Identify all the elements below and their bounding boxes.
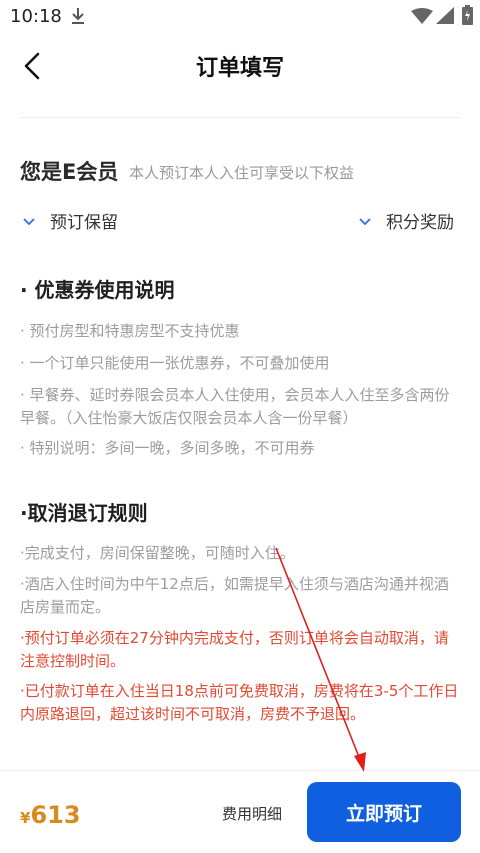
coupon-rule: · 早餐券、延时券限会员本人入住使用，会员本人入住至多含两份早餐。（入住怡豪大饭… <box>20 386 450 427</box>
battery-icon <box>462 5 473 25</box>
member-description: 本人预订本人入住可享受以下权益 <box>129 164 355 182</box>
status-bar: 10:18 <box>0 0 480 34</box>
book-now-button[interactable]: 立即预订 <box>307 782 461 842</box>
header: 订单填写 <box>0 36 480 100</box>
header-divider <box>20 117 460 118</box>
download-icon <box>72 8 84 24</box>
cancel-rule-warning: ·已付款订单在入住当日18点前可免费取消，房费将在3-5个工作日内原路退回，超过… <box>20 682 459 723</box>
coupon-rule: · 特别说明：多间一晚，多间多晚，不可用券 <box>20 439 315 457</box>
benefit-label: 预订保留 <box>50 213 118 233</box>
page-title: 订单填写 <box>195 56 284 81</box>
cancel-rule: ·酒店入住时间为中午12点后，如需提早入住须与酒店沟通并视酒店房量而定。 <box>20 575 449 616</box>
coupon-rule: · 一个订单只能使用一张优惠券，不可叠加使用 <box>20 354 330 372</box>
member-title: 您是E会员 <box>20 160 119 184</box>
benefit-reservation-hold: 预订保留 <box>22 208 118 233</box>
signal-icon <box>436 7 454 24</box>
price-currency: ¥ <box>20 809 31 827</box>
fee-detail-link[interactable]: 费用明细 <box>222 803 282 824</box>
status-time: 10:18 <box>10 6 62 27</box>
price-value: 613 <box>30 801 81 829</box>
total-price: ¥613 <box>20 801 81 829</box>
check-icon <box>23 217 35 225</box>
cancel-rule: ·完成支付，房间保留整晚，可随时入住。 <box>20 544 295 562</box>
bottom-bar: ¥613 费用明细 立即预订 <box>0 770 480 853</box>
coupon-rule: · 预付房型和特惠房型不支持优惠 <box>20 322 240 340</box>
benefit-label: 积分奖励 <box>386 213 454 233</box>
cancel-rule-warning: ·预付订单必须在27分钟内完成支付，否则订单将会自动取消，请注意控制时间。 <box>20 629 449 670</box>
check-icon <box>359 217 371 225</box>
coupon-section-title: · 优惠券使用说明 <box>20 278 175 302</box>
cancel-section-title: ·取消退订规则 <box>20 501 148 525</box>
benefit-points-reward: 积分奖励 <box>358 208 454 233</box>
wifi-icon <box>411 8 433 24</box>
